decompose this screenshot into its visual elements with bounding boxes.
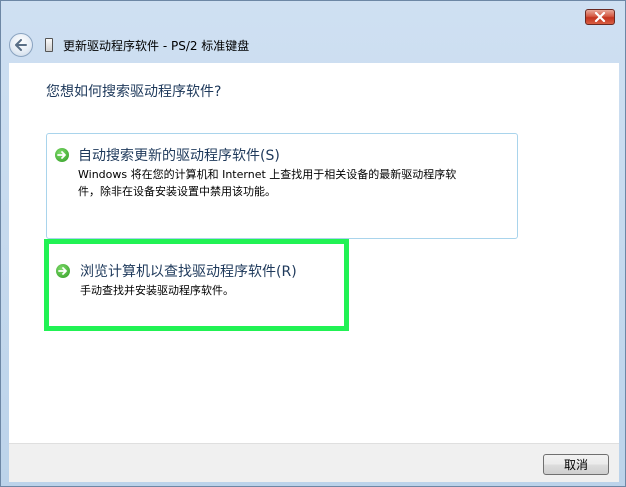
wizard-footer: 取消 xyxy=(9,443,619,482)
option-browse-computer[interactable]: 浏览计算机以查找驱动程序软件(R) 手动查找并安装驱动程序软件。 xyxy=(44,239,349,331)
wizard-window: 更新驱动程序软件 - PS/2 标准键盘 您想如何搜索驱动程序软件? 自动搜索更… xyxy=(0,0,626,487)
window-title: 更新驱动程序软件 - PS/2 标准键盘 xyxy=(63,38,250,53)
green-arrow-icon xyxy=(55,148,69,162)
page-question: 您想如何搜索驱动程序软件? xyxy=(46,84,222,100)
option-auto-search-description-line2: 件，除非在设备安装设置中禁用该功能。 xyxy=(78,185,276,198)
keyboard-device-icon xyxy=(45,38,53,52)
close-button[interactable] xyxy=(585,9,615,25)
cancel-button[interactable]: 取消 xyxy=(543,454,609,475)
back-arrow-icon xyxy=(15,39,27,51)
green-arrow-icon xyxy=(56,264,70,278)
option-auto-search-title: 自动搜索更新的驱动程序软件(S) xyxy=(78,148,280,164)
option-browse-computer-title: 浏览计算机以查找驱动程序软件(R) xyxy=(80,264,297,280)
option-auto-search-description-line1: Windows 将在您的计算机和 Internet 上查找用于相关设备的最新驱动… xyxy=(78,168,457,181)
wizard-titlebar: 更新驱动程序软件 - PS/2 标准键盘 xyxy=(9,31,617,59)
back-button[interactable] xyxy=(9,33,33,57)
close-icon xyxy=(594,12,606,22)
wizard-content: 您想如何搜索驱动程序软件? 自动搜索更新的驱动程序软件(S) Windows 将… xyxy=(9,63,619,443)
option-browse-computer-description: 手动查找并安装驱动程序软件。 xyxy=(80,284,234,297)
option-auto-search[interactable]: 自动搜索更新的驱动程序软件(S) Windows 将在您的计算机和 Intern… xyxy=(46,133,518,239)
